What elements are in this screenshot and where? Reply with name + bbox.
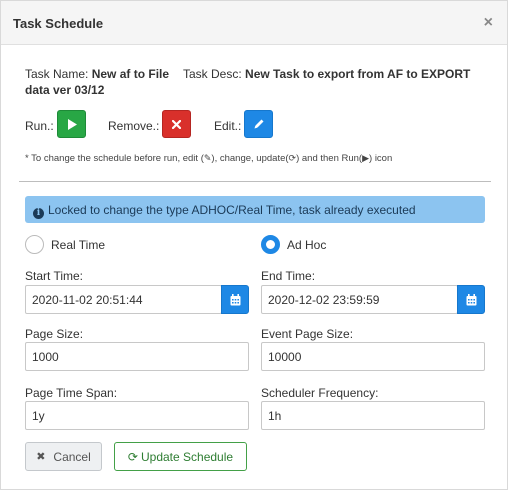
- cancel-label: Cancel: [53, 449, 91, 464]
- times-icon: [172, 119, 181, 129]
- run-label: Run.:: [25, 119, 54, 133]
- task-name: Task Name: New af to File data ver 03/12: [25, 66, 175, 98]
- hint-text: * To change the schedule before run, edi…: [25, 153, 204, 164]
- calendar-icon: [466, 293, 476, 305]
- task-desc: Task Desc: New Task to export from AF to…: [183, 66, 493, 82]
- end-time-input[interactable]: 2020-12-02 23:59:59: [261, 285, 458, 314]
- page-size-input[interactable]: 1000: [25, 342, 249, 371]
- pencil-icon: [254, 119, 263, 129]
- page-time-span-input[interactable]: 1y: [25, 401, 249, 430]
- radio-label-real-time: Real Time: [51, 238, 106, 252]
- dialog-header: Task Schedule ×: [1, 1, 507, 45]
- calendar-icon: [230, 293, 240, 305]
- remove-button[interactable]: [162, 110, 191, 138]
- start-time-label: Start Time:: [25, 269, 84, 283]
- sync-icon: ⟳: [288, 153, 297, 163]
- close-icon[interactable]: ×: [484, 14, 493, 32]
- start-time-calendar-button[interactable]: [221, 285, 249, 314]
- event-page-size-label: Event Page Size:: [261, 327, 354, 341]
- edit-label: Edit.:: [214, 119, 242, 133]
- divider: [19, 181, 491, 182]
- end-time-label: End Time:: [261, 269, 316, 283]
- locked-info-banner: i Locked to change the type ADHOC/Real Ti…: [25, 196, 485, 223]
- edit-button[interactable]: [244, 110, 273, 138]
- remove-label: Remove.:: [108, 119, 160, 133]
- task-name-label: Task Name:: [25, 67, 89, 81]
- task-desc-value: New Task to export from AF to EXPORT: [245, 67, 471, 81]
- radio-ad-hoc[interactable]: [261, 235, 280, 254]
- task-desc-label: Task Desc:: [183, 67, 242, 81]
- times-icon: ✖: [36, 451, 46, 463]
- update-schedule-button[interactable]: ⟳ Update Schedule: [114, 442, 247, 471]
- radio-real-time[interactable]: [25, 235, 44, 254]
- info-circle-icon: i: [33, 208, 44, 219]
- end-time-calendar-button[interactable]: [457, 285, 485, 314]
- dialog-title: Task Schedule: [13, 16, 104, 31]
- hint-text: ), change, update(: [211, 153, 289, 164]
- play-circle-icon: ▶: [362, 153, 370, 163]
- hint-text: ) icon: [369, 153, 393, 164]
- play-icon: [67, 118, 77, 130]
- hint-text: ) and then Run(: [296, 153, 363, 164]
- scheduler-frequency-label: Scheduler Frequency:: [261, 386, 379, 400]
- page-size-label: Page Size:: [25, 327, 84, 341]
- task-schedule-dialog: Task Schedule × Task Name: New af to Fil…: [0, 0, 508, 490]
- page-time-span-label: Page Time Span:: [25, 386, 118, 400]
- update-label: Update Schedule: [140, 449, 234, 464]
- event-page-size-input[interactable]: 10000: [261, 342, 485, 371]
- radio-label-ad-hoc: Ad Hoc: [287, 238, 327, 252]
- scheduler-frequency-input[interactable]: 1h: [261, 401, 485, 430]
- sync-icon: ⟳: [127, 449, 138, 464]
- cancel-button[interactable]: ✖ Cancel: [25, 442, 102, 471]
- schedule-hint: * To change the schedule before run, edi…: [25, 153, 392, 164]
- start-time-input[interactable]: 2020-11-02 20:51:44: [25, 285, 222, 314]
- banner-text: Locked to change the type ADHOC/Real Tim…: [48, 203, 416, 217]
- run-button[interactable]: [57, 110, 86, 138]
